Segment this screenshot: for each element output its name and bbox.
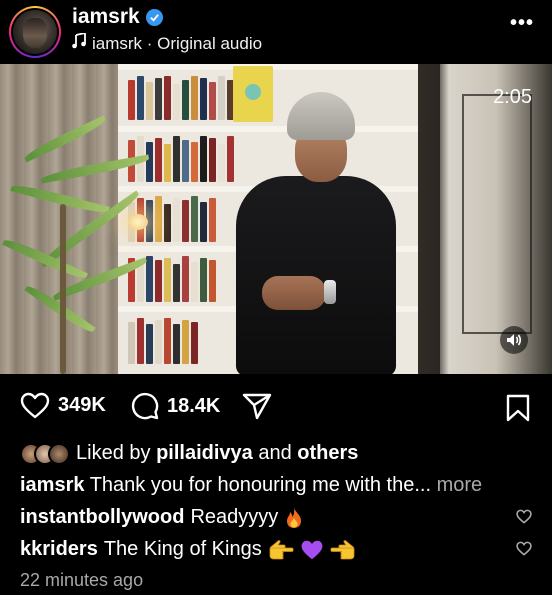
liker-avatars — [20, 442, 70, 465]
person-head — [287, 92, 355, 182]
liked-by-prefix: Liked by — [76, 442, 151, 464]
volume-icon[interactable] — [500, 326, 528, 354]
music-note-icon — [72, 31, 86, 54]
pointing-right-hand-emoji-icon — [268, 539, 294, 560]
caption-more-link[interactable]: more — [437, 474, 483, 496]
pointing-left-hand-emoji-icon — [330, 539, 356, 560]
comment-button[interactable]: 18.4K — [131, 392, 220, 420]
wristwatch — [324, 280, 336, 304]
like-count: 349K — [58, 394, 106, 416]
share-icon[interactable] — [242, 392, 272, 420]
audio-link[interactable]: iamsrk · Original audio — [72, 31, 263, 54]
video-timer: 2:05 — [493, 86, 532, 108]
liked-by-and: and — [258, 442, 292, 464]
comment-user[interactable]: kkriders — [20, 538, 98, 561]
liked-by-user[interactable]: pillaidivya — [156, 442, 253, 465]
save-button[interactable] — [506, 394, 530, 427]
yellow-book — [233, 66, 273, 122]
like-button[interactable]: 349K — [20, 392, 106, 419]
verified-badge-icon — [145, 8, 163, 26]
comment-like-icon[interactable] — [516, 541, 532, 561]
share-button[interactable] — [242, 392, 272, 420]
palm-plant — [0, 104, 170, 374]
username-row[interactable]: iamsrk — [72, 5, 163, 29]
action-bar: 349K 18.4K — [0, 374, 552, 436]
profile-avatar[interactable] — [9, 6, 61, 58]
video-player[interactable]: 2:05 — [0, 64, 552, 374]
comment-like-icon[interactable] — [516, 509, 532, 529]
liked-by-row[interactable]: Liked by pillaidivya and others — [20, 442, 358, 465]
liked-by-others[interactable]: others — [297, 442, 358, 465]
person-body — [236, 176, 396, 374]
comment-row: instantbollywood Readyyyy — [20, 506, 304, 529]
fire-emoji-icon — [284, 507, 304, 529]
purple-heart-emoji-icon — [300, 539, 324, 561]
bookmark-icon[interactable] — [506, 394, 530, 426]
post-header: iamsrk iamsrk · Original audio ••• — [0, 0, 552, 64]
post-timestamp: 22 minutes ago — [20, 570, 144, 590]
comment-row: kkriders The King of Kings — [20, 538, 356, 561]
caption-user[interactable]: iamsrk — [20, 474, 85, 496]
comment-text: The King of Kings — [103, 538, 262, 560]
comment-text: Readyyyy — [190, 506, 279, 528]
more-options-icon[interactable]: ••• — [510, 12, 534, 35]
heart-icon[interactable] — [20, 392, 50, 419]
avatar-image — [13, 10, 57, 54]
username[interactable]: iamsrk — [72, 5, 140, 29]
caption: iamsrk Thank you for honouring me with t… — [20, 474, 482, 497]
caption-text: Thank you for honouring me with the... — [89, 474, 432, 496]
audio-label: iamsrk · Original audio — [92, 33, 263, 53]
person-hands — [262, 276, 326, 310]
comment-count: 18.4K — [167, 394, 221, 417]
comment-icon[interactable] — [131, 392, 159, 420]
comment-user[interactable]: instantbollywood — [20, 506, 184, 529]
liker-avatar — [48, 442, 70, 465]
